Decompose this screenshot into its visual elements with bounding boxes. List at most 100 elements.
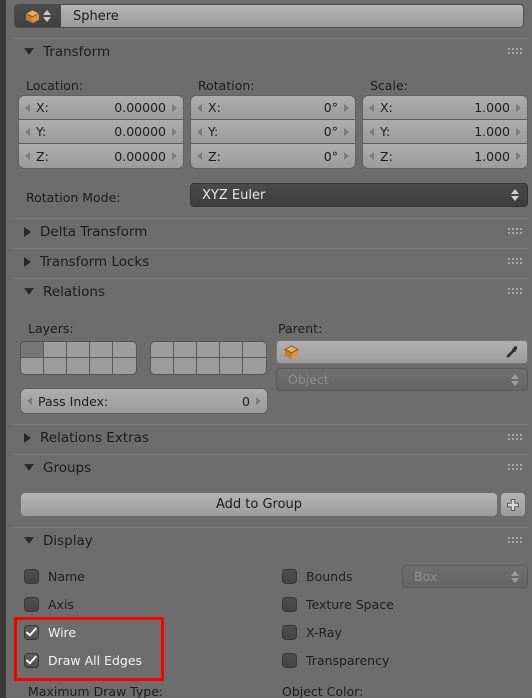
layer-cell[interactable] <box>220 342 243 358</box>
checkbox-row-axis[interactable]: Axis <box>24 597 74 612</box>
panel-grip-icon[interactable] <box>508 258 522 266</box>
axis-value: 0.00000 <box>114 124 166 139</box>
layer-cell[interactable] <box>243 342 266 358</box>
checkbox-row-draw-all-edges[interactable]: Draw All Edges <box>24 653 142 668</box>
checkbox-row-name[interactable]: Name <box>24 569 85 584</box>
panel-header-display[interactable]: Display <box>14 527 528 553</box>
checkbox-texture-space[interactable] <box>282 597 297 612</box>
location-x-field[interactable]: X: 0.00000 <box>19 96 183 120</box>
parent-object-field[interactable] <box>276 340 528 364</box>
layer-cell[interactable] <box>220 358 243 374</box>
axis-label: Y: <box>36 124 47 139</box>
panel-grip-icon[interactable] <box>508 48 522 56</box>
rotation-x-field[interactable]: X: 0° <box>191 96 355 120</box>
layer-grid-block-a[interactable] <box>20 341 137 375</box>
panel-grip-icon[interactable] <box>508 464 522 472</box>
panel-header-groups[interactable]: Groups <box>14 454 528 480</box>
layer-cell[interactable] <box>197 358 220 374</box>
checkbox-row-texture-space[interactable]: Texture Space <box>282 597 394 612</box>
layer-cell[interactable] <box>90 358 113 374</box>
decrement-arrow-icon[interactable] <box>369 103 374 112</box>
decrement-arrow-icon[interactable] <box>25 127 30 136</box>
add-to-group-button[interactable]: Add to Group <box>20 492 498 517</box>
pass-index-field[interactable]: Pass Index: 0 <box>21 389 267 413</box>
decrement-arrow-icon[interactable] <box>197 127 202 136</box>
panel-header-delta-transform[interactable]: Delta Transform <box>14 218 528 244</box>
decrement-arrow-icon[interactable] <box>27 397 32 405</box>
rotation-z-field[interactable]: Z: 0° <box>191 144 355 168</box>
checkbox-row-wire[interactable]: Wire <box>24 625 76 640</box>
layer-cell[interactable] <box>113 342 136 358</box>
layer-cell[interactable] <box>113 358 136 374</box>
panel-grip-icon[interactable] <box>508 537 522 545</box>
increment-arrow-icon[interactable] <box>344 127 349 136</box>
layer-cell[interactable] <box>151 358 174 374</box>
panel-header-relations-extras[interactable]: Relations Extras <box>14 424 528 450</box>
location-z-field[interactable]: Z: 0.00000 <box>19 144 183 168</box>
parent-type-dropdown[interactable]: Object <box>276 368 528 391</box>
scale-x-field[interactable]: X: 1.000 <box>363 96 527 120</box>
layer-cell[interactable] <box>197 342 220 358</box>
checkbox-row-xray[interactable]: X-Ray <box>282 625 342 640</box>
rotation-y-field[interactable]: Y: 0° <box>191 120 355 144</box>
checkbox-label-texture-space: Texture Space <box>306 597 394 612</box>
layer-cell[interactable] <box>90 342 113 358</box>
rotation-mode-dropdown[interactable]: XYZ Euler <box>190 183 528 207</box>
layer-cell[interactable] <box>243 358 266 374</box>
layer-cell[interactable] <box>67 358 90 374</box>
panel-header-relations[interactable]: Relations <box>14 278 528 304</box>
object-id-header[interactable]: Sphere <box>14 4 524 28</box>
decrement-arrow-icon[interactable] <box>369 152 374 160</box>
eyedropper-icon[interactable] <box>504 345 519 364</box>
panel-grip-icon[interactable] <box>508 434 522 442</box>
increment-arrow-icon[interactable] <box>516 103 521 112</box>
decrement-arrow-icon[interactable] <box>25 103 30 112</box>
decrement-arrow-icon[interactable] <box>197 152 202 160</box>
add-group-plus-button[interactable] <box>500 492 526 517</box>
panel-header-transform-locks[interactable]: Transform Locks <box>14 248 528 274</box>
decrement-arrow-icon[interactable] <box>369 127 374 136</box>
panel-grip-icon[interactable] <box>508 228 522 236</box>
label-object-color: Object Color: <box>282 684 364 698</box>
checkbox-axis[interactable] <box>24 597 39 612</box>
bounds-type-dropdown[interactable]: Box <box>402 565 528 588</box>
scale-y-field[interactable]: Y: 1.000 <box>363 120 527 144</box>
location-field-group: X: 0.00000 Y: 0.00000 Z: 0.00000 <box>18 95 184 169</box>
object-datablock-selector[interactable] <box>15 5 61 27</box>
layer-cell[interactable] <box>174 342 197 358</box>
layer-grid-block-b[interactable] <box>150 341 267 375</box>
decrement-arrow-icon[interactable] <box>197 103 202 112</box>
checkbox-wire[interactable] <box>24 625 39 640</box>
increment-arrow-icon[interactable] <box>172 103 177 112</box>
increment-arrow-icon[interactable] <box>172 127 177 136</box>
increment-arrow-icon[interactable] <box>256 397 261 405</box>
checkbox-xray[interactable] <box>282 625 297 640</box>
layer-cell[interactable] <box>44 342 67 358</box>
axis-label: Z: <box>208 148 221 164</box>
panel-grip-icon[interactable] <box>508 288 522 296</box>
layer-cell[interactable] <box>21 358 44 374</box>
increment-arrow-icon[interactable] <box>344 152 349 160</box>
layer-cell[interactable] <box>174 358 197 374</box>
checkbox-bounds[interactable] <box>282 569 297 584</box>
layer-cell[interactable] <box>21 342 44 358</box>
layer-cell[interactable] <box>67 342 90 358</box>
decrement-arrow-icon[interactable] <box>25 152 30 160</box>
increment-arrow-icon[interactable] <box>516 152 521 160</box>
rotation-mode-value: XYZ Euler <box>202 187 266 203</box>
panel-header-transform[interactable]: Transform <box>14 38 528 64</box>
layer-cell[interactable] <box>44 358 67 374</box>
location-y-field[interactable]: Y: 0.00000 <box>19 120 183 144</box>
increment-arrow-icon[interactable] <box>172 152 177 160</box>
checkbox-name[interactable] <box>24 569 39 584</box>
increment-arrow-icon[interactable] <box>344 103 349 112</box>
checkbox-draw-all-edges[interactable] <box>24 653 39 668</box>
layer-cell[interactable] <box>151 342 174 358</box>
object-name-input[interactable]: Sphere <box>61 5 523 27</box>
increment-arrow-icon[interactable] <box>516 127 521 136</box>
scale-z-field[interactable]: Z: 1.000 <box>363 144 527 168</box>
checkbox-transparency[interactable] <box>282 653 297 668</box>
up-down-arrows-icon[interactable] <box>43 10 51 22</box>
checkbox-row-bounds[interactable]: Bounds <box>282 569 353 584</box>
checkbox-row-transparency[interactable]: Transparency <box>282 653 389 668</box>
